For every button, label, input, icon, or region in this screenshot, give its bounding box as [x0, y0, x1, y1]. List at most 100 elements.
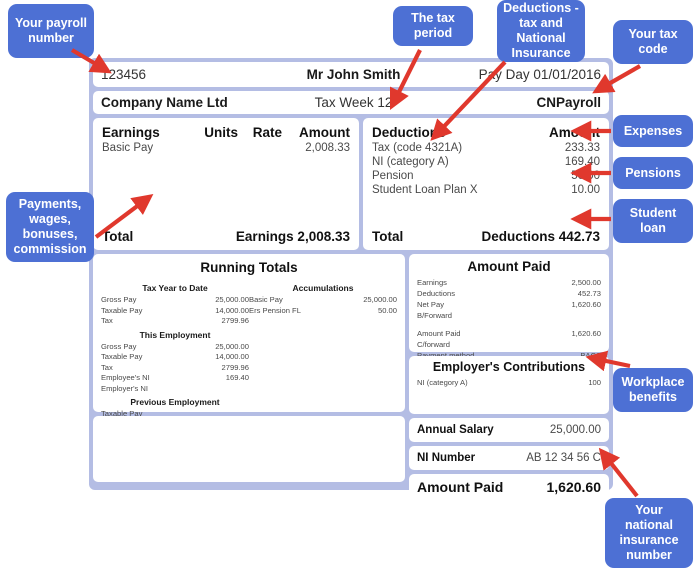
- earnings-col-amount: Amount: [299, 125, 350, 140]
- amount-paid-row-label: Deductions: [417, 289, 455, 298]
- earnings-header-row: Earnings Units Rate Amount: [102, 125, 350, 140]
- running-totals-title: Running Totals: [200, 260, 298, 275]
- employers-contributions-title: Employer's Contributions: [432, 360, 586, 374]
- row-item: Amount Paid 1,620.60: [417, 328, 601, 339]
- deductions-row-label: Tax (code 4321A): [372, 142, 463, 154]
- running-total-value: 25,000.00: [363, 295, 397, 304]
- running-total-value: 25,000.00: [215, 341, 249, 351]
- running-total-value: [191, 384, 249, 395]
- amount-paid-footer-row: Amount Paid 1,620.60: [409, 474, 609, 500]
- row-item: Taxable Pay 14,000.00: [101, 306, 249, 317]
- amount-paid-row-value: 1,620.60: [571, 300, 601, 309]
- running-total-label: Gross Pay: [101, 341, 137, 351]
- row-item: Earnings 2,500.00: [417, 277, 601, 288]
- amount-paid-row-label: B/Forward: [417, 311, 453, 320]
- earnings-rows: Basic Pay 2,008.33: [102, 142, 350, 154]
- earnings-total-row: Total Earnings 2,008.33: [102, 229, 350, 244]
- running-totals-section: Running Totals Tax Year to Date Gross Pa…: [93, 254, 405, 429]
- amount-paid-footer-value: 1,620.60: [546, 479, 602, 495]
- deductions-row-label: Student Loan Plan X: [372, 184, 478, 196]
- row-item: Gross Pay 25,000.00: [101, 295, 249, 306]
- running-totals-left-column: Tax Year to Date Gross Pay 25,000.00 Taxab…: [101, 280, 249, 430]
- callout-payroll-number: Your payroll number: [8, 4, 94, 58]
- row-item: Taxable Pay 14,000.00: [101, 352, 249, 363]
- deductions-row-amount: 169.40: [564, 156, 600, 168]
- payroll-number-value: 123456: [101, 67, 147, 82]
- running-total-label: Gross Pay: [101, 295, 137, 304]
- earnings-section: Earnings Units Rate Amount Basic Pay 2,00…: [93, 118, 359, 250]
- running-total-value: 14,000.00: [215, 352, 249, 361]
- amount-paid-row-label: C/forward: [417, 340, 450, 349]
- row-item: Basic Pay 25,000.00: [249, 295, 397, 306]
- ni-number-row: NI Number AB 12 34 56 C: [409, 446, 609, 470]
- running-total-label: Tax: [101, 362, 113, 372]
- earnings-row-rate: [238, 142, 282, 154]
- running-total-label: Taxable Pay: [101, 305, 143, 315]
- callout-expenses: Expenses: [613, 115, 693, 147]
- accumulations-heading: Accumulations: [292, 283, 354, 293]
- deductions-row-amount: 10.00: [571, 184, 600, 196]
- earnings-total-value: Earnings 2,008.33: [235, 229, 350, 244]
- callout-workplace-benefits: Workplace benefits: [613, 368, 693, 412]
- deductions-total-value: Deductions 442.73: [481, 229, 600, 244]
- annual-salary-value: 25,000.00: [549, 424, 601, 436]
- deductions-row-amount: 233.33: [564, 142, 600, 154]
- running-totals-right-column: Accumulations Basic Pay 25,000.00 Ers Pens…: [249, 280, 397, 430]
- callout-payments: Payments, wages, bonuses, commission: [6, 192, 94, 262]
- running-total-value: 169.40: [225, 373, 249, 382]
- amount-paid-title: Amount Paid: [467, 259, 551, 274]
- running-total-value: 2799.96: [221, 316, 249, 325]
- running-total-label: Taxable Pay: [101, 352, 143, 361]
- ni-number-value: AB 12 34 56 C: [526, 452, 601, 464]
- earnings-row-label: Basic Pay: [102, 142, 154, 154]
- row-item: Net Pay 1,620.60: [417, 299, 601, 310]
- running-total-label: Ers Pension FL: [249, 305, 301, 315]
- deductions-total-row: Total Deductions 442.73: [372, 229, 600, 244]
- payslip-document: 123456 Mr John Smith Pay Day 01/01/2016 …: [89, 58, 613, 500]
- callout-national-insurance: Your national insurance number: [605, 498, 693, 568]
- row-item: Tax (code 4321A) 233.33: [372, 142, 600, 154]
- employers-contributions-section: Employer's Contributions NI (category A)…: [409, 356, 609, 414]
- row-item: Ers Pension FL 50.00: [249, 306, 397, 317]
- this-employment-heading: This Employment: [139, 329, 211, 340]
- amount-paid-row-value: 452.73: [577, 289, 601, 298]
- deductions-title: Deductions: [372, 125, 446, 140]
- row-item: Tax 2799.96: [101, 316, 249, 327]
- amount-paid-top-rows: Earnings 2,500.00 Deductions 452.73 Net Pay 1…: [417, 277, 601, 321]
- row-item: Deductions 452.73: [417, 288, 601, 299]
- callout-student-loan: Student loan: [613, 199, 693, 243]
- blank-notes-box: [93, 416, 405, 482]
- tax-period-value: Tax Week 12: [314, 95, 393, 110]
- row-item: Gross Pay 25,000.00: [101, 342, 249, 353]
- row-item: NI (category A) 100: [417, 377, 601, 388]
- employee-name: Mr John Smith: [306, 67, 401, 82]
- amount-paid-row-label: Net Pay: [417, 300, 445, 309]
- deductions-row-amount: 50.00: [571, 170, 600, 182]
- amount-paid-spacer: [417, 321, 601, 328]
- row-item: Student Loan Plan X 10.00: [372, 184, 600, 196]
- earnings-row-amount: 2,008.33: [305, 142, 350, 154]
- deductions-row-label: Pension: [372, 170, 414, 182]
- payslip-header-row-company: Company Name Ltd Tax Week 12 CNPayroll: [93, 91, 609, 114]
- deductions-col-amount: Amount: [549, 125, 600, 140]
- running-total-value: 25,000.00: [215, 295, 249, 304]
- earnings-total-label: Total: [102, 229, 134, 244]
- earnings-title: Earnings: [102, 125, 160, 140]
- annual-salary-row: Annual Salary 25,000.00: [409, 418, 609, 442]
- tax-year-to-date-rows: Gross Pay 25,000.00 Taxable Pay 14,000.00 Ta…: [101, 295, 249, 327]
- amount-paid-row-label: Amount Paid: [417, 329, 461, 338]
- employers-contribution-value: 100: [588, 378, 601, 387]
- row-item: Pension 50.00: [372, 170, 600, 182]
- previous-employment-heading: Previous Employment: [130, 397, 220, 407]
- running-total-value: 50.00: [377, 305, 397, 315]
- tax-year-to-date-heading: Tax Year to Date: [142, 283, 208, 293]
- payroll-provider: CNPayroll: [536, 95, 601, 110]
- running-total-value: 14,000.00: [215, 305, 249, 315]
- employers-contributions-rows: NI (category A) 100: [417, 377, 601, 388]
- payslip-header-row-identity: 123456 Mr John Smith Pay Day 01/01/2016: [93, 62, 609, 87]
- amount-paid-footer-label: Amount Paid: [417, 479, 504, 495]
- running-total-label: Basic Pay: [249, 295, 283, 304]
- deductions-header-row: Deductions Amount: [372, 125, 600, 140]
- earnings-col-units: Units: [204, 125, 238, 140]
- row-item: Employee's NI 169.40: [101, 373, 249, 384]
